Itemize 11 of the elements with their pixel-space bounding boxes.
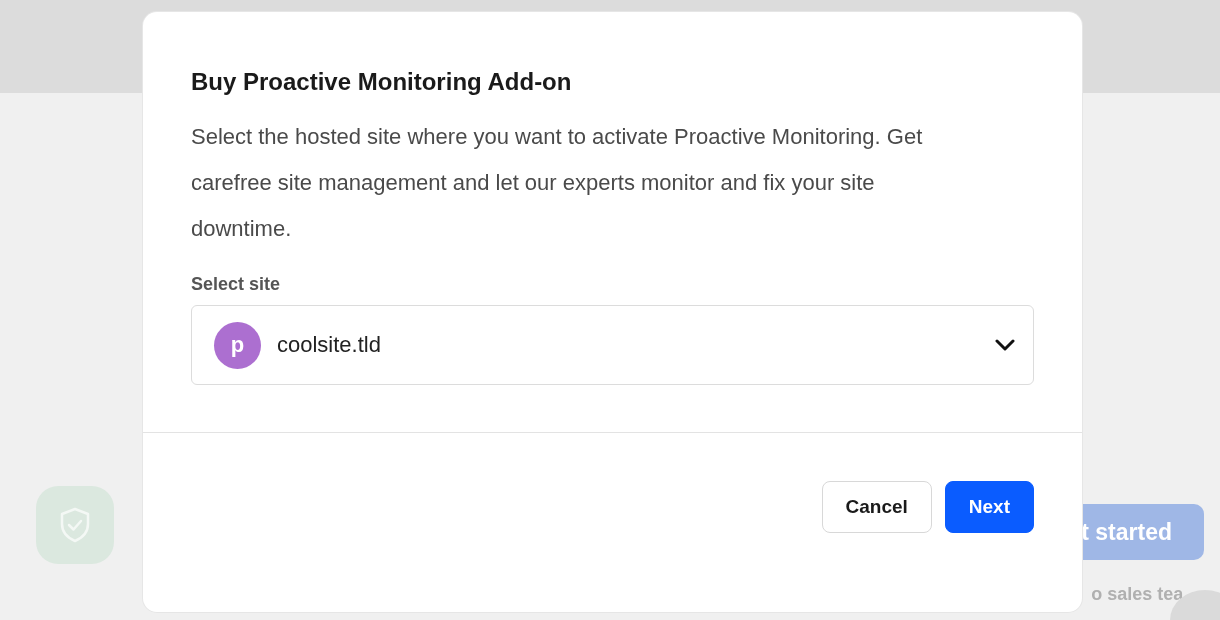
next-button[interactable]: Next — [944, 481, 1034, 533]
dialog-description: Select the hosted site where you want to activate Proactive Monitoring. Get carefree site management and let our experts monitor and fix your site downtime. — [191, 123, 924, 243]
shield-check-icon — [59, 507, 91, 543]
selected-site: coolsite.tld — [277, 332, 382, 358]
cancel-button[interactable]: Cancel — [821, 481, 932, 533]
sales-team-text: o sales tea — [1091, 584, 1184, 605]
field-label: Select site — [191, 274, 282, 295]
dialog-title: Buy Proactive Monitoring Add-on — [191, 68, 573, 96]
site-select[interactable]: p coolsite.tld — [191, 305, 1034, 385]
chevron-down-icon — [995, 339, 1015, 351]
site-avatar: p — [214, 321, 261, 369]
